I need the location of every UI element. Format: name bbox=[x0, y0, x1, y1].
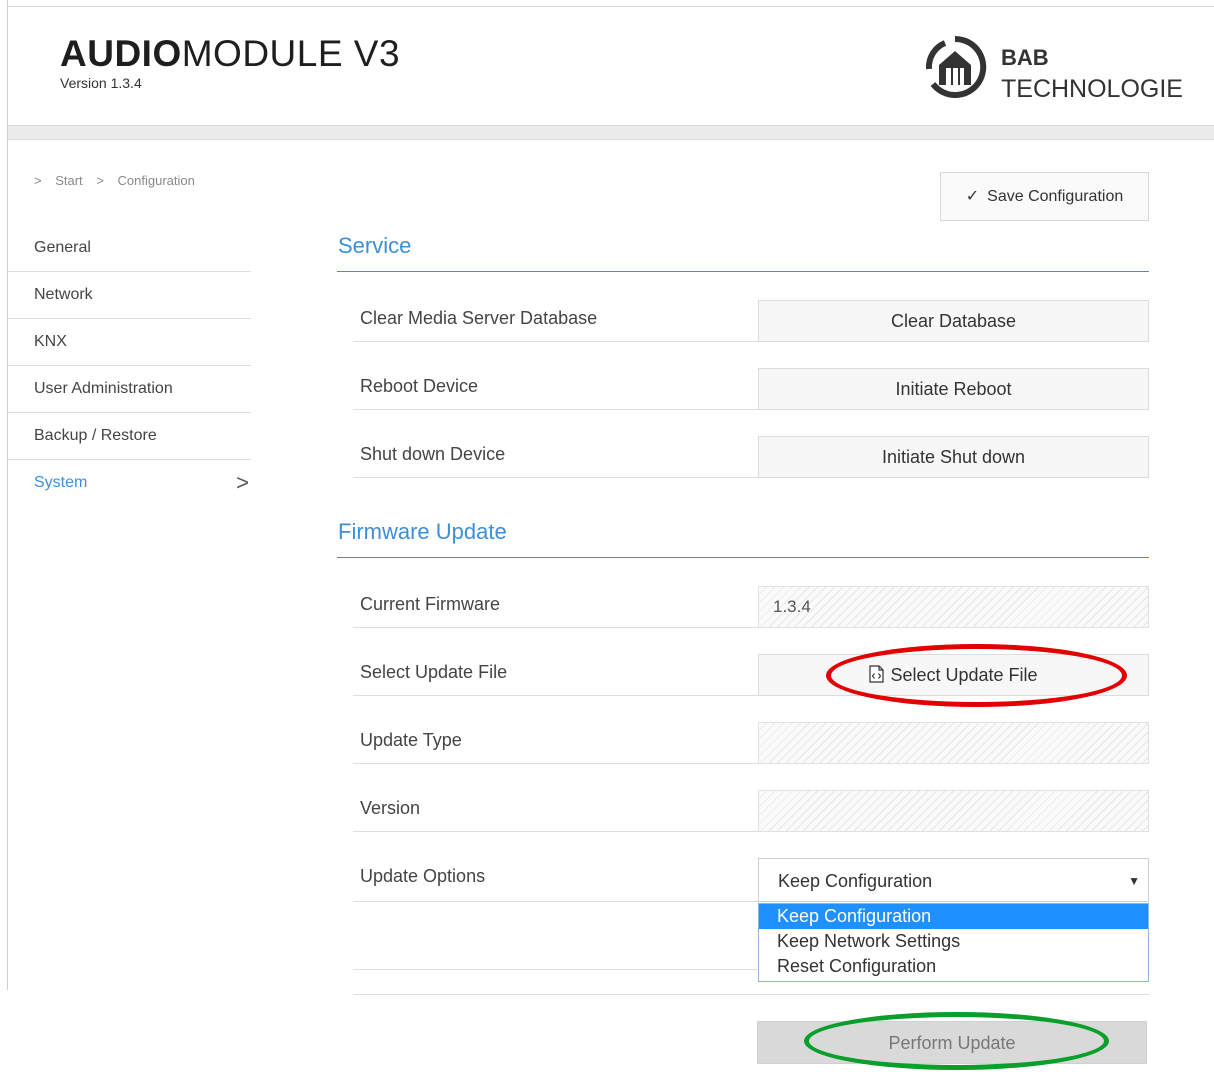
header-band bbox=[8, 125, 1214, 140]
initiate-reboot-button[interactable]: Initiate Reboot bbox=[758, 368, 1149, 410]
check-icon: ✓ bbox=[965, 188, 980, 205]
save-configuration-button[interactable]: ✓ Save Configuration bbox=[940, 172, 1149, 221]
update-options-select[interactable]: Keep Configuration ▼ bbox=[758, 858, 1149, 902]
chevron-right-icon: > bbox=[236, 470, 249, 495]
form-row: Current Firmware 1.3.4 bbox=[353, 586, 1149, 628]
form-row: Update Type bbox=[353, 722, 1149, 764]
sidebar-item-user-administration[interactable]: User Administration bbox=[8, 366, 251, 413]
app-title: AUDIOMODULE V3 bbox=[60, 33, 400, 75]
file-code-icon bbox=[869, 665, 885, 683]
option-keep-configuration[interactable]: Keep Configuration bbox=[759, 904, 1148, 929]
version-field bbox=[758, 790, 1149, 832]
sidebar-item-general[interactable]: General bbox=[8, 225, 251, 272]
initiate-shutdown-button[interactable]: Initiate Shut down bbox=[758, 436, 1149, 478]
section-divider bbox=[337, 557, 1149, 558]
section-divider bbox=[337, 271, 1149, 272]
clear-database-label: Clear Media Server Database bbox=[360, 308, 598, 328]
option-reset-configuration[interactable]: Reset Configuration bbox=[759, 954, 1148, 979]
breadcrumb-start[interactable]: Start bbox=[55, 173, 82, 188]
breadcrumb-separator: > bbox=[34, 173, 42, 188]
sidebar: General Network KNX User Administration … bbox=[8, 225, 251, 507]
sidebar-item-knx[interactable]: KNX bbox=[8, 319, 251, 366]
current-firmware-field: 1.3.4 bbox=[758, 586, 1149, 628]
bab-house-logo-icon bbox=[925, 35, 987, 98]
brand-logo-block: BAB TECHNOLOGIE bbox=[923, 33, 1188, 103]
sidebar-item-backup-restore[interactable]: Backup / Restore bbox=[8, 413, 251, 460]
app-version: Version 1.3.4 bbox=[60, 75, 142, 91]
app-title-light: MODULE V3 bbox=[181, 33, 401, 74]
update-options-selected-value: Keep Configuration bbox=[778, 871, 933, 891]
dropdown-arrow-icon: ▼ bbox=[1128, 874, 1140, 888]
update-options-dropdown-list: Keep Configuration Keep Network Settings… bbox=[758, 903, 1149, 982]
brand-subname: TECHNOLOGIE bbox=[1001, 75, 1183, 103]
version-label: Version bbox=[360, 798, 421, 818]
current-firmware-label: Current Firmware bbox=[360, 594, 501, 614]
form-row: Shut down Device Initiate Shut down bbox=[353, 436, 1149, 478]
update-type-field bbox=[758, 722, 1149, 764]
option-keep-network-settings[interactable]: Keep Network Settings bbox=[759, 929, 1148, 954]
form-row: Select Update File Select Update File bbox=[353, 654, 1149, 696]
breadcrumb-separator: > bbox=[96, 173, 104, 188]
form-row: Version bbox=[353, 790, 1149, 832]
form-row: Update Options Keep Configuration ▼ bbox=[353, 858, 1149, 902]
update-options-label: Update Options bbox=[360, 866, 486, 886]
sidebar-item-system[interactable]: System > bbox=[8, 460, 251, 507]
breadcrumb: > Start > Configuration bbox=[34, 173, 205, 188]
sidebar-item-label: System bbox=[34, 474, 88, 491]
update-type-label: Update Type bbox=[360, 730, 462, 750]
select-update-file-button[interactable]: Select Update File bbox=[758, 654, 1149, 696]
breadcrumb-configuration[interactable]: Configuration bbox=[118, 173, 195, 188]
select-update-file-button-label: Select Update File bbox=[890, 665, 1038, 685]
sidebar-item-network[interactable]: Network bbox=[8, 272, 251, 319]
clear-database-button[interactable]: Clear Database bbox=[758, 300, 1149, 342]
reboot-device-label: Reboot Device bbox=[360, 376, 479, 396]
perform-update-button[interactable]: Perform Update bbox=[757, 1021, 1147, 1064]
save-button-label: Save Configuration bbox=[987, 188, 1124, 205]
section-title-service: Service bbox=[338, 233, 412, 258]
brand-name: BAB bbox=[1001, 45, 1049, 70]
form-row: Clear Media Server Database Clear Databa… bbox=[353, 300, 1149, 342]
row-divider bbox=[353, 994, 1149, 995]
section-title-firmware-update: Firmware Update bbox=[338, 519, 507, 544]
form-row: Reboot Device Initiate Reboot bbox=[353, 368, 1149, 410]
select-update-file-label: Select Update File bbox=[360, 662, 508, 682]
shutdown-device-label: Shut down Device bbox=[360, 444, 506, 464]
app-header: AUDIOMODULE V3 Version 1.3.4 BAB TECHNOL… bbox=[8, 7, 1214, 125]
app-title-bold: AUDIO bbox=[60, 33, 182, 74]
